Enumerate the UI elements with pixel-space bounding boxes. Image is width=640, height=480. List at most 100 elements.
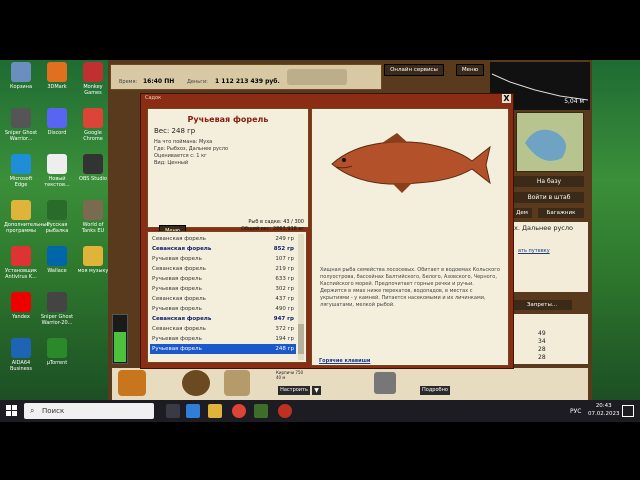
chrome-taskbar-icon[interactable] xyxy=(232,404,246,418)
desktop-icon[interactable]: World of Tanks EU xyxy=(76,200,110,234)
bucket-icon[interactable] xyxy=(118,370,146,396)
text-file-icon xyxy=(47,154,67,174)
fish-weight: Вес: 248 гр xyxy=(154,127,196,135)
fish-row-weight: 302 гр xyxy=(275,286,294,292)
desktop-icon[interactable]: Sniper Ghost Warrior-20... xyxy=(40,292,74,326)
wallace-icon xyxy=(47,246,67,266)
desktop-icon-label: моя музыку xyxy=(77,268,109,274)
fish-row[interactable]: Севанская форель 219 гр xyxy=(150,264,296,274)
recorder-taskbar-icon[interactable] xyxy=(278,404,292,418)
file-explorer-icon[interactable] xyxy=(208,404,222,418)
desktop-icon[interactable]: Русская рыбалка xyxy=(40,200,74,234)
taskbar: ⌕ Поиск РУС 20:43 07.02.2023 xyxy=(0,400,640,422)
desktop-icon[interactable]: µTorrent xyxy=(40,338,74,366)
bag-icon[interactable] xyxy=(224,370,250,396)
fish-row[interactable]: Севанская форель 249 гр xyxy=(150,234,296,244)
desktop-icon-label: Установщик Antivirus K... xyxy=(4,268,38,280)
setup-button[interactable]: Настроить xyxy=(278,386,310,395)
bait-jar-icon[interactable] xyxy=(182,370,210,396)
desktop-icon-label: Microsoft Edge xyxy=(9,176,33,188)
menu-button[interactable]: Меню xyxy=(456,64,484,76)
desktop-icon-label: AIDA64 Business xyxy=(9,360,33,372)
fish-row-weight: 372 гр xyxy=(275,326,294,332)
fish-row-weight: 633 гр xyxy=(275,276,294,282)
desktop-icon[interactable]: Новый текстов... xyxy=(40,154,74,188)
desktop-icon[interactable]: Discord xyxy=(40,108,74,136)
russian-fishing-taskbar-icon[interactable] xyxy=(254,404,268,418)
day-button[interactable]: Дем xyxy=(512,208,532,218)
desktop-icon[interactable]: Monkey Games xyxy=(76,62,110,96)
close-icon[interactable]: X xyxy=(502,94,511,103)
sniper-ghost-warrior-icon xyxy=(11,108,31,128)
status-panel: Время: 16:40 ПН Деньги: 1 112 213 439 ру… xyxy=(110,64,382,90)
desktop-icon-label: World of Tanks EU xyxy=(81,222,105,234)
bait-slots[interactable] xyxy=(287,69,347,85)
route-link[interactable]: ать путевку xyxy=(518,248,550,254)
desktop-icon[interactable]: Microsoft Edge xyxy=(4,154,38,188)
fish-row[interactable]: Севанская форель 947 гр xyxy=(150,314,296,324)
details-button[interactable]: Подробно xyxy=(420,386,450,395)
line-tension-bar xyxy=(112,314,128,364)
search-placeholder: Поиск xyxy=(42,407,65,415)
desktop-icon[interactable]: Google Chrome xyxy=(76,108,110,142)
desktop-icon[interactable]: Yandex xyxy=(4,292,38,320)
fish-row[interactable]: Ручьевая форель 107 гр xyxy=(150,254,296,264)
edge-taskbar-icon[interactable] xyxy=(186,404,200,418)
fish-list-scrollbar[interactable] xyxy=(298,234,304,360)
fish-info-panel: Ручьевая форель Вес: 248 гр На что пойма… xyxy=(147,108,309,237)
notifications-icon[interactable] xyxy=(622,405,634,417)
fish-row[interactable]: Севанская форель 372 гр xyxy=(150,324,296,334)
discord-icon xyxy=(47,108,67,128)
go-to-hq-button[interactable]: Войти в штаб xyxy=(514,192,584,203)
fish-row[interactable]: Севанская форель 437 гр xyxy=(150,294,296,304)
online-services-button[interactable]: Онлайн сервисы xyxy=(384,64,444,76)
fish-row[interactable]: Ручьевая форель 490 гр xyxy=(150,304,296,314)
fish-row-name: Ручьевая форель xyxy=(152,276,202,282)
trunk-button[interactable]: Багажник xyxy=(538,208,584,218)
desktop-icon-label: Русская рыбалка xyxy=(45,222,69,234)
fish-row-name: Севанская форель xyxy=(152,266,206,272)
fish-row[interactable]: Ручьевая форель 633 гр xyxy=(150,274,296,284)
desktop-icon[interactable]: Wallace xyxy=(40,246,74,274)
keyboard-language[interactable]: РУС xyxy=(570,408,581,415)
desktop-icon[interactable]: AIDA64 Business xyxy=(4,338,38,372)
fish-row-weight: 852 гр xyxy=(273,246,294,252)
to-base-button[interactable]: На базу xyxy=(514,176,584,187)
desktop-icon[interactable]: Sniper Ghost Warrior... xyxy=(4,108,38,142)
fish-row[interactable]: Ручьевая форель 302 гр xyxy=(150,284,296,294)
task-view-icon[interactable] xyxy=(166,404,180,418)
permits-button[interactable]: Запреты... xyxy=(512,300,572,310)
fish-row-name: Севанская форель xyxy=(152,316,212,322)
windows-start-icon[interactable] xyxy=(6,405,18,417)
setup-dropdown-icon[interactable]: ▼ xyxy=(312,386,321,395)
desktop-icon-label: OBS Studio xyxy=(79,176,107,182)
fish-name: Ручьевая форель xyxy=(187,115,269,124)
folder-music-icon xyxy=(83,246,103,266)
fish-row-name: Севанская форель xyxy=(152,296,206,302)
aida64-icon xyxy=(11,338,31,358)
fish-row-weight: 437 гр xyxy=(275,296,294,302)
money-label: Деньги: xyxy=(187,79,208,85)
minimap[interactable] xyxy=(516,112,584,172)
desktop-icon[interactable]: Установщик Antivirus K... xyxy=(4,246,38,280)
scrollbar-thumb[interactable] xyxy=(298,324,304,354)
fish-row-weight: 194 гр xyxy=(275,336,294,342)
fish-row[interactable]: Севанская форель 852 гр xyxy=(150,244,296,254)
desktop-icon[interactable]: моя музыку xyxy=(76,246,110,274)
clock-time: 20:43 xyxy=(595,403,612,409)
fish-row-weight: 490 гр xyxy=(275,306,294,312)
line-tension-fill xyxy=(114,332,126,362)
russian-fishing-icon xyxy=(47,200,67,220)
desktop-icon-label: Sniper Ghost Warrior... xyxy=(4,130,38,142)
desktop-icon[interactable]: 3DMark xyxy=(40,62,74,90)
fish-row[interactable]: Ручьевая форель 194 гр xyxy=(150,334,296,344)
insect-icon[interactable] xyxy=(374,372,396,394)
fish-row[interactable]: Ручьевая форель 248 гр xyxy=(150,344,296,354)
desktop-icon[interactable]: OBS Studio xyxy=(76,154,110,182)
clock[interactable]: 20:43 07.02.2023 xyxy=(588,402,620,418)
depth-value: 5,04 м xyxy=(564,98,584,105)
desktop-icon[interactable]: Дополнительные программы xyxy=(4,200,49,234)
desktop-icon[interactable]: Корзина xyxy=(4,62,38,90)
hotkeys-link[interactable]: Горячие клавиши xyxy=(319,358,370,364)
taskbar-search[interactable]: ⌕ Поиск xyxy=(24,403,154,419)
